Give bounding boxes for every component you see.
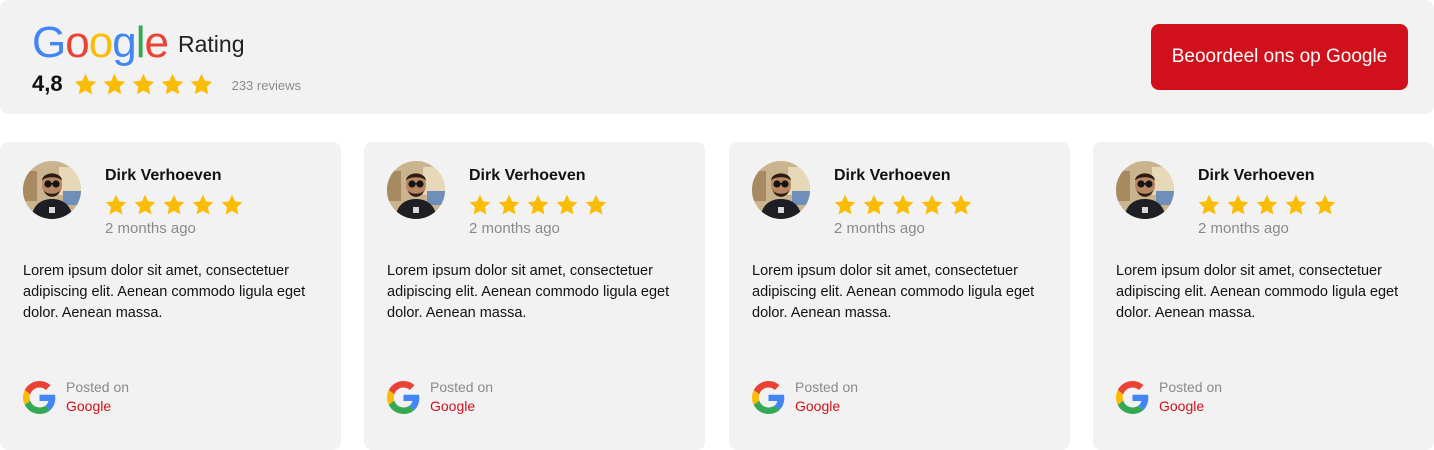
google-g-icon	[1116, 380, 1149, 414]
star-icon	[103, 73, 125, 94]
review-text: Lorem ipsum dolor sit amet, consectetuer…	[752, 263, 1035, 321]
star-icon	[892, 194, 914, 215]
review-date: 2 months ago	[469, 220, 560, 237]
star-icon	[1285, 194, 1307, 215]
posted-on: Posted on Google	[1116, 378, 1222, 416]
star-icon	[132, 73, 154, 94]
posted-on-text: Posted on Google	[795, 378, 858, 416]
star-icon	[950, 194, 972, 215]
reviewer-name: Dirk Verhoeven	[469, 167, 586, 184]
star-icon	[221, 194, 243, 215]
score-row: 4,8 233 reviews	[32, 70, 301, 98]
google-logo-letter: G	[32, 18, 66, 67]
star-icon	[1256, 194, 1278, 215]
reviewer-name: Dirk Verhoeven	[834, 167, 951, 184]
star-icon	[498, 194, 520, 215]
star-icon	[105, 194, 127, 215]
rating-header: Google Rating 4,8 233 reviews Beoordeel …	[0, 0, 1434, 114]
posted-on-label: Posted on	[66, 379, 130, 395]
posted-on: Posted on Google	[752, 378, 858, 416]
google-logo-letter: o	[88, 18, 114, 67]
rating-label: Rating	[178, 31, 245, 57]
star-icon	[921, 194, 943, 215]
review-card: Dirk Verhoeven 2 months ago Lorem ipsum …	[0, 142, 341, 450]
review-text: Lorem ipsum dolor sit amet, consectetuer…	[387, 263, 670, 321]
google-logo-letter: o	[65, 18, 90, 67]
posted-on-source-link[interactable]: Google	[66, 397, 129, 416]
google-g-icon	[23, 380, 56, 414]
posted-on-source-link[interactable]: Google	[430, 397, 493, 416]
review-card: Dirk Verhoeven 2 months ago Lorem ipsum …	[1093, 142, 1434, 450]
star-icon	[192, 194, 214, 215]
avatar	[387, 161, 445, 219]
google-g-icon	[752, 380, 785, 414]
review-star-rating	[468, 193, 608, 217]
star-icon	[1198, 194, 1220, 215]
star-icon	[863, 194, 885, 215]
rate-us-on-google-button[interactable]: Beoordeel ons op Google	[1151, 24, 1408, 90]
review-text: Lorem ipsum dolor sit amet, consectetuer…	[23, 263, 306, 321]
star-icon	[1227, 194, 1249, 215]
google-logo-letter: l	[135, 18, 146, 67]
review-star-rating	[1197, 193, 1337, 217]
review-card: Dirk Verhoeven 2 months ago Lorem ipsum …	[364, 142, 705, 450]
google-logo: Google	[32, 18, 169, 68]
posted-on-source-link[interactable]: Google	[795, 397, 858, 416]
average-score: 4,8	[32, 71, 63, 96]
reviewer-name: Dirk Verhoeven	[1198, 167, 1315, 184]
google-logo-letter: g	[112, 18, 137, 67]
review-date: 2 months ago	[105, 220, 196, 237]
star-icon	[161, 73, 183, 94]
review-date: 2 months ago	[834, 220, 925, 237]
review-date: 2 months ago	[1198, 220, 1289, 237]
header-star-rating	[73, 72, 214, 97]
star-icon	[556, 194, 578, 215]
avatar	[752, 161, 810, 219]
posted-on-text: Posted on Google	[430, 378, 493, 416]
avatar	[23, 161, 81, 219]
posted-on-label: Posted on	[430, 379, 494, 395]
star-icon	[190, 73, 212, 94]
google-g-icon	[387, 380, 420, 414]
posted-on: Posted on Google	[387, 378, 493, 416]
review-star-rating	[104, 193, 244, 217]
posted-on-text: Posted on Google	[66, 378, 129, 416]
review-text: Lorem ipsum dolor sit amet, consectetuer…	[1116, 263, 1399, 321]
reviews-count: 233 reviews	[231, 77, 301, 93]
star-icon	[74, 73, 96, 94]
star-icon	[163, 194, 185, 215]
posted-on-label: Posted on	[795, 379, 859, 395]
star-icon	[469, 194, 491, 215]
posted-on-source-link[interactable]: Google	[1159, 397, 1222, 416]
posted-on-text: Posted on Google	[1159, 378, 1222, 416]
star-icon	[527, 194, 549, 215]
star-icon	[1314, 194, 1336, 215]
review-star-rating	[833, 193, 973, 217]
posted-on-label: Posted on	[1159, 379, 1223, 395]
star-icon	[585, 194, 607, 215]
posted-on: Posted on Google	[23, 378, 129, 416]
review-cards: Dirk Verhoeven 2 months ago Lorem ipsum …	[0, 142, 1434, 450]
reviewer-name: Dirk Verhoeven	[105, 167, 222, 184]
star-icon	[834, 194, 856, 215]
google-logo-letter: e	[144, 18, 169, 67]
review-card: Dirk Verhoeven 2 months ago Lorem ipsum …	[729, 142, 1070, 450]
avatar	[1116, 161, 1174, 219]
star-icon	[134, 194, 156, 215]
